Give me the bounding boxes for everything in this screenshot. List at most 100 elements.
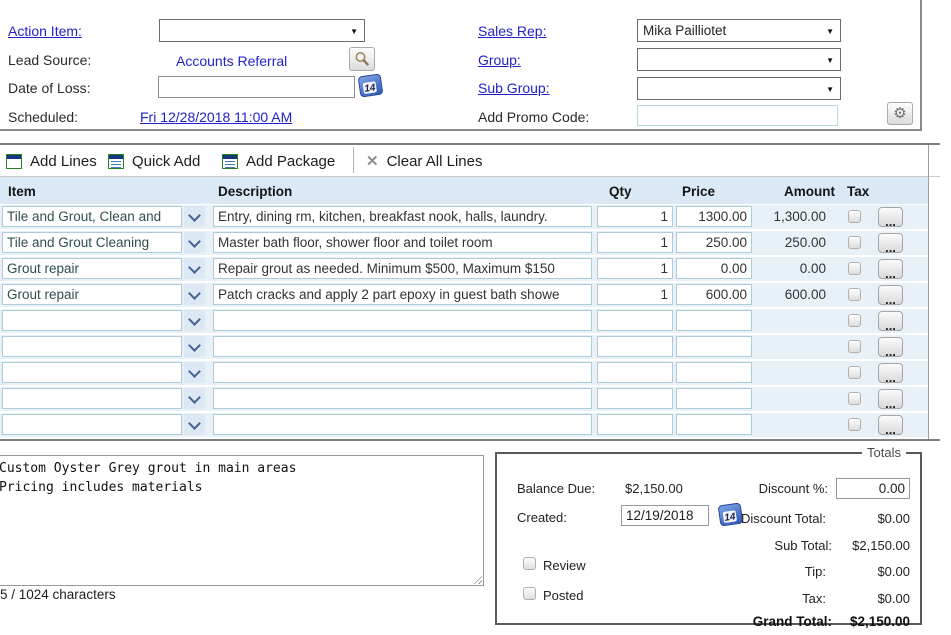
table-row: ...: [0, 387, 928, 411]
notes-textarea[interactable]: [0, 455, 484, 586]
item-input[interactable]: [2, 414, 182, 435]
row-options-button[interactable]: ...: [878, 337, 903, 357]
item-input[interactable]: [2, 336, 182, 357]
item-dropdown-chevron-icon[interactable]: [184, 284, 205, 305]
description-input[interactable]: [213, 284, 592, 305]
date-of-loss-input[interactable]: [158, 76, 355, 98]
row-options-button[interactable]: ...: [878, 415, 903, 435]
item-input[interactable]: [2, 258, 182, 279]
item-dropdown-chevron-icon[interactable]: [184, 258, 205, 279]
item-dropdown-chevron-icon[interactable]: [184, 310, 205, 331]
item-dropdown-chevron-icon[interactable]: [184, 336, 205, 357]
qty-input[interactable]: [597, 258, 673, 279]
add-package-button[interactable]: Add Package: [222, 148, 335, 174]
row-options-button[interactable]: ...: [878, 207, 903, 227]
row-options-button[interactable]: ...: [878, 259, 903, 279]
tax-checkbox[interactable]: [848, 392, 861, 405]
tax-checkbox[interactable]: [848, 288, 861, 301]
row-options-button[interactable]: ...: [878, 389, 903, 409]
tax-checkbox[interactable]: [848, 340, 861, 353]
price-input[interactable]: [676, 284, 752, 305]
description-input[interactable]: [213, 362, 592, 383]
add-lines-button[interactable]: Add Lines: [6, 148, 97, 174]
qty-input[interactable]: [597, 414, 673, 435]
tax-checkbox[interactable]: [848, 262, 861, 275]
qty-input[interactable]: [597, 310, 673, 331]
item-dropdown-chevron-icon[interactable]: [184, 206, 205, 227]
item-input[interactable]: [2, 362, 182, 383]
item-input[interactable]: [2, 388, 182, 409]
price-input[interactable]: [676, 258, 752, 279]
sub-group-label-link[interactable]: Sub Group:: [478, 80, 550, 96]
sub-group-select[interactable]: ▼: [637, 77, 841, 100]
tax-checkbox[interactable]: [848, 314, 861, 327]
qty-input[interactable]: [597, 284, 673, 305]
review-checkbox[interactable]: [523, 557, 536, 570]
lead-source-lookup-button[interactable]: [349, 47, 375, 71]
review-label: Review: [543, 558, 586, 573]
discount-pct-input[interactable]: [836, 478, 910, 499]
description-input[interactable]: [213, 388, 592, 409]
tax-checkbox[interactable]: [848, 236, 861, 249]
promo-code-input[interactable]: [637, 105, 838, 126]
item-dropdown-chevron-icon[interactable]: [184, 414, 205, 435]
row-options-button[interactable]: ...: [878, 285, 903, 305]
price-input[interactable]: [676, 310, 752, 331]
qty-input[interactable]: [597, 362, 673, 383]
item-dropdown-chevron-icon[interactable]: [184, 362, 205, 383]
scheduled-link[interactable]: Fri 12/28/2018 11:00 AM: [140, 109, 292, 125]
tax-checkbox[interactable]: [848, 210, 861, 223]
lead-source-link[interactable]: Accounts Referral: [176, 53, 287, 69]
row-options-button[interactable]: ...: [878, 233, 903, 253]
description-input[interactable]: [213, 414, 592, 435]
column-header-description: Description: [218, 184, 292, 199]
group-label-link[interactable]: Group:: [478, 52, 521, 68]
qty-input[interactable]: [597, 206, 673, 227]
chevron-down-icon: ▼: [826, 85, 834, 94]
item-dropdown-chevron-icon[interactable]: [184, 388, 205, 409]
row-options-button[interactable]: ...: [878, 363, 903, 383]
sales-rep-select[interactable]: Mika Pailliotet ▼: [637, 19, 841, 42]
description-input[interactable]: [213, 206, 592, 227]
qty-input[interactable]: [597, 232, 673, 253]
date-of-loss-calendar-icon[interactable]: 14: [358, 74, 384, 98]
posted-checkbox[interactable]: [523, 587, 536, 600]
group-select[interactable]: ▼: [637, 48, 841, 71]
table-row: ...: [0, 361, 928, 385]
toolbar-divider: [353, 147, 354, 173]
price-input[interactable]: [676, 206, 752, 227]
action-item-label-link[interactable]: Action Item:: [8, 23, 82, 39]
created-label: Created:: [517, 510, 567, 525]
price-input[interactable]: [676, 336, 752, 357]
item-input[interactable]: [2, 284, 182, 305]
description-input[interactable]: [213, 258, 592, 279]
item-input[interactable]: [2, 206, 182, 227]
qty-input[interactable]: [597, 336, 673, 357]
description-input[interactable]: [213, 310, 592, 331]
scheduled-label: Scheduled:: [8, 109, 78, 125]
qty-input[interactable]: [597, 388, 673, 409]
tax-row: Tax: $0.00: [630, 591, 910, 606]
table-row: ...: [0, 413, 928, 437]
item-input[interactable]: [2, 310, 182, 331]
description-input[interactable]: [213, 336, 592, 357]
price-input[interactable]: [676, 414, 752, 435]
column-header-item: Item: [8, 184, 36, 199]
price-input[interactable]: [676, 232, 752, 253]
price-input[interactable]: [676, 388, 752, 409]
action-item-select[interactable]: ▼: [159, 19, 365, 42]
price-input[interactable]: [676, 362, 752, 383]
discount-pct-row: Discount %:: [630, 478, 910, 499]
item-dropdown-chevron-icon[interactable]: [184, 232, 205, 253]
tax-checkbox[interactable]: [848, 418, 861, 431]
divider: [0, 143, 940, 145]
table-row: 250.00 ...: [0, 231, 928, 255]
quick-add-button[interactable]: Quick Add: [108, 148, 200, 174]
sales-rep-label-link[interactable]: Sales Rep:: [478, 23, 546, 39]
clear-all-lines-button[interactable]: ✕ Clear All Lines: [366, 148, 482, 174]
item-input[interactable]: [2, 232, 182, 253]
description-input[interactable]: [213, 232, 592, 253]
tax-checkbox[interactable]: [848, 366, 861, 379]
promo-settings-button[interactable]: ⚙: [887, 102, 913, 125]
row-options-button[interactable]: ...: [878, 311, 903, 331]
